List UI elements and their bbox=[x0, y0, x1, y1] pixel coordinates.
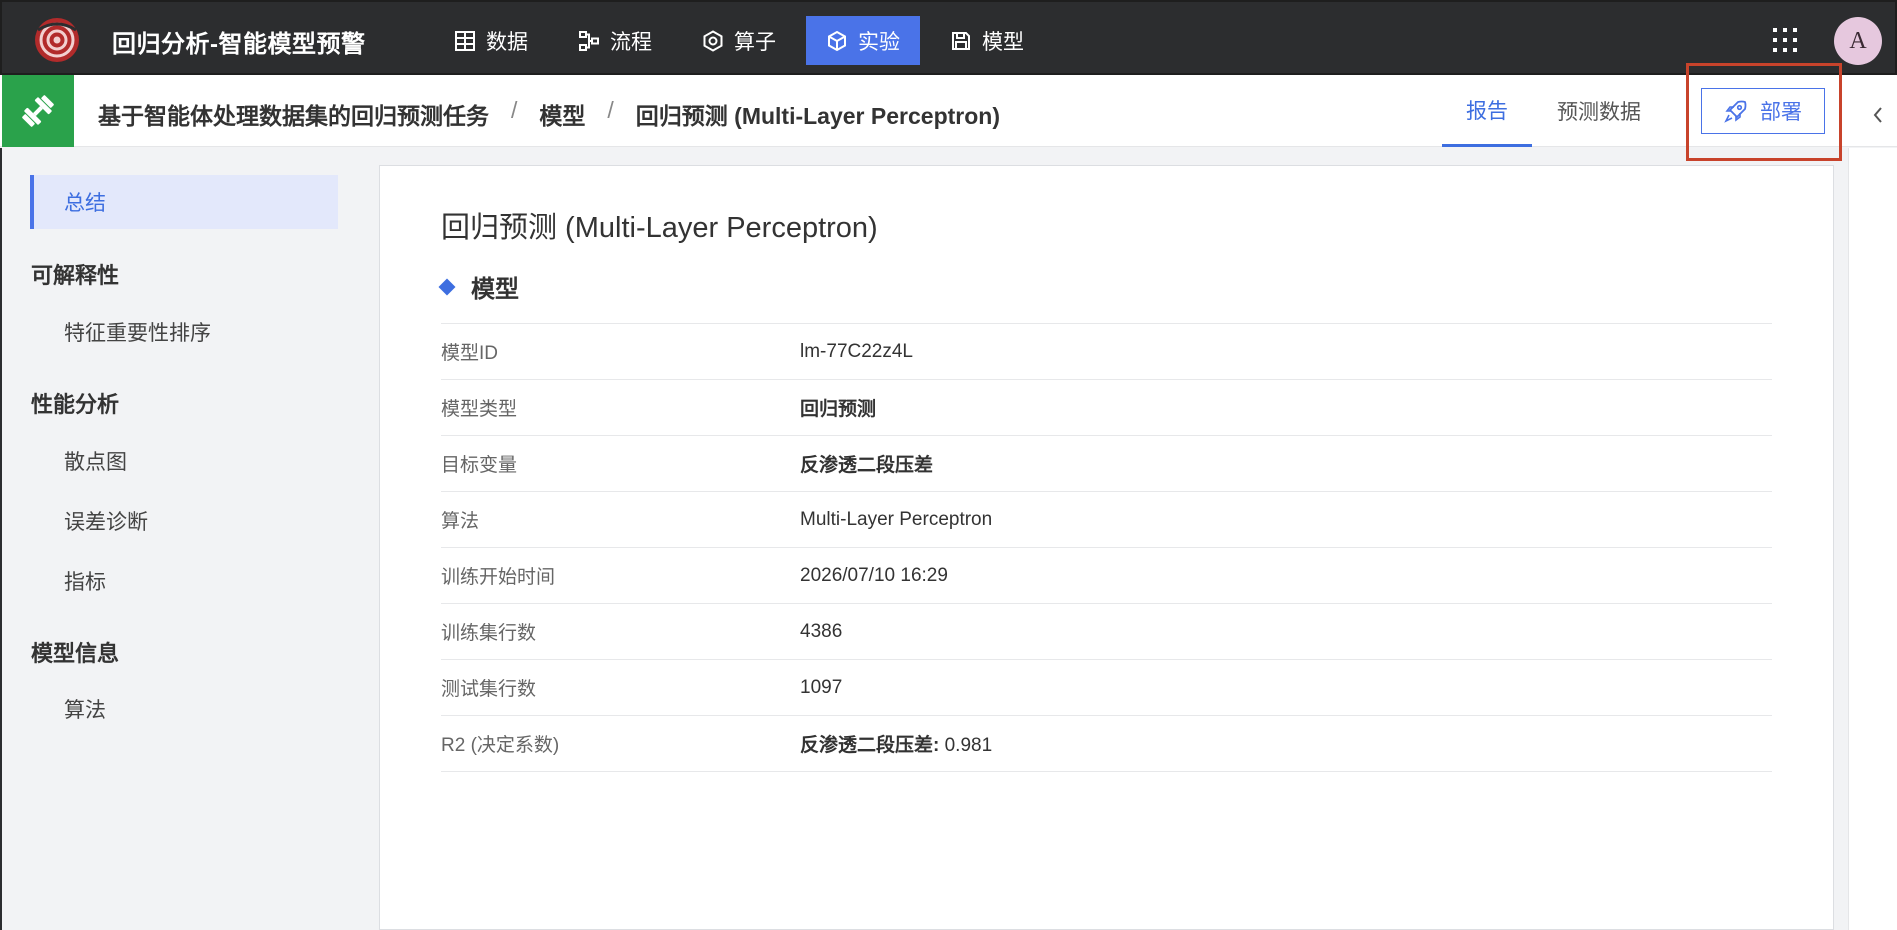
tab-report[interactable]: 报告 bbox=[1442, 75, 1532, 147]
row-key: 模型类型 bbox=[441, 399, 518, 420]
flow-icon bbox=[579, 30, 599, 51]
sidebar-item-feature-importance[interactable]: 特征重要性排序 bbox=[30, 305, 338, 359]
operator-icon bbox=[703, 29, 723, 52]
row-value: 反渗透二段压差: 0.981 bbox=[800, 730, 992, 757]
nav-experiment[interactable]: 实验 bbox=[806, 16, 920, 65]
breadcrumb-separator: / bbox=[607, 97, 614, 123]
table-row: 算法 Multi-Layer Perceptron bbox=[441, 492, 1772, 548]
sidebar-group-performance: 性能分析 bbox=[31, 392, 120, 417]
sidebar-item-algorithm[interactable]: 算法 bbox=[30, 682, 338, 736]
chevron-left-icon[interactable] bbox=[1870, 104, 1886, 126]
deploy-button-label: 部署 bbox=[1760, 101, 1802, 124]
save-icon bbox=[952, 31, 970, 50]
sidebar-group-model-info: 模型信息 bbox=[31, 641, 120, 666]
app-logo-icon[interactable] bbox=[32, 16, 82, 64]
nav-data-label: 数据 bbox=[486, 30, 528, 54]
row-value: 1097 bbox=[800, 676, 843, 698]
top-navbar: 回归分析-智能模型预警 数据 流程 算子 实验 模型 A bbox=[0, 0, 1897, 75]
app-title[interactable]: 回归分析-智能模型预警 bbox=[112, 24, 366, 59]
dumbbell-icon bbox=[22, 95, 54, 127]
model-info-table: 模型ID lm-77C22z4L 模型类型 回归预测 目标变量 反渗透二段压差 … bbox=[441, 323, 1772, 772]
sidebar-group-explainability: 可解释性 bbox=[31, 263, 120, 288]
rocket-icon bbox=[1724, 100, 1747, 123]
nav-model[interactable]: 模型 bbox=[930, 16, 1044, 65]
tab-predict-data[interactable]: 预测数据 bbox=[1545, 75, 1653, 147]
cube-icon bbox=[828, 30, 846, 51]
nav-data[interactable]: 数据 bbox=[434, 16, 548, 65]
row-value: lm-77C22z4L bbox=[800, 340, 913, 362]
nav-flow[interactable]: 流程 bbox=[558, 16, 672, 65]
r2-score: 0.981 bbox=[944, 735, 993, 756]
diamond-icon bbox=[438, 278, 456, 295]
row-value: 反渗透二段压差 bbox=[800, 455, 934, 476]
nav-experiment-label: 实验 bbox=[858, 30, 900, 54]
row-key: 训练开始时间 bbox=[441, 567, 556, 588]
table-row: 模型ID lm-77C22z4L bbox=[441, 324, 1772, 380]
sidebar-item-error-diagnosis[interactable]: 误差诊断 bbox=[30, 494, 338, 548]
section-title: 模型 bbox=[471, 276, 519, 303]
row-value: 4386 bbox=[800, 620, 843, 642]
experiment-header: 基于智能体处理数据集的回归预测任务 / 模型 / 回归预测 (Multi-Lay… bbox=[0, 75, 1897, 147]
row-key: R2 (决定系数) bbox=[441, 735, 560, 756]
breadcrumb: 基于智能体处理数据集的回归预测任务 / 模型 / 回归预测 (Multi-Lay… bbox=[98, 97, 1000, 131]
nav-operator[interactable]: 算子 bbox=[682, 16, 796, 65]
table-row: R2 (决定系数) 反渗透二段压差: 0.981 bbox=[441, 716, 1772, 772]
table-row: 训练开始时间 2026/07/10 16:29 bbox=[441, 548, 1772, 604]
row-key: 目标变量 bbox=[441, 455, 518, 476]
page-title: 回归预测 (Multi-Layer Perceptron) bbox=[441, 212, 878, 244]
sidebar-item-summary[interactable]: 总结 bbox=[30, 175, 338, 229]
r2-target-label: 反渗透二段压差: bbox=[800, 735, 940, 756]
row-key: 算法 bbox=[441, 511, 480, 532]
table-row: 训练集行数 4386 bbox=[441, 604, 1772, 660]
table-row: 模型类型 回归预测 bbox=[441, 380, 1772, 436]
row-value: 2026/07/10 16:29 bbox=[800, 564, 948, 586]
user-avatar[interactable]: A bbox=[1834, 17, 1882, 65]
nav-flow-label: 流程 bbox=[610, 30, 652, 54]
main-nav: 数据 流程 算子 实验 模型 bbox=[434, 16, 1044, 65]
report-sidebar: 总结 可解释性 特征重要性排序 性能分析 散点图 误差诊断 指标 模型信息 算法 bbox=[0, 148, 370, 930]
right-collapsed-panel bbox=[1848, 148, 1897, 930]
sidebar-item-metrics[interactable]: 指标 bbox=[30, 554, 338, 608]
breadcrumb-current: 回归预测 (Multi-Layer Perceptron) bbox=[635, 103, 1000, 129]
table-icon bbox=[455, 30, 475, 51]
deploy-button[interactable]: 部署 bbox=[1701, 88, 1825, 134]
row-key: 训练集行数 bbox=[441, 623, 537, 644]
nav-operator-label: 算子 bbox=[734, 30, 776, 54]
apps-grid-icon[interactable] bbox=[1772, 27, 1798, 53]
sidebar-item-scatter[interactable]: 散点图 bbox=[30, 434, 338, 488]
table-row: 目标变量 反渗透二段压差 bbox=[441, 436, 1772, 492]
table-row: 测试集行数 1097 bbox=[441, 660, 1772, 716]
breadcrumb-separator: / bbox=[511, 97, 518, 123]
section-header: 模型 bbox=[438, 269, 519, 304]
breadcrumb-project[interactable]: 基于智能体处理数据集的回归预测任务 bbox=[98, 97, 489, 131]
row-key: 测试集行数 bbox=[441, 679, 537, 700]
row-key: 模型ID bbox=[441, 343, 499, 364]
breadcrumb-section[interactable]: 模型 bbox=[539, 97, 585, 131]
report-panel: 回归预测 (Multi-Layer Perceptron) 模型 模型ID lm… bbox=[379, 165, 1834, 930]
nav-model-label: 模型 bbox=[982, 30, 1024, 54]
project-icon bbox=[2, 75, 74, 147]
row-value: Multi-Layer Perceptron bbox=[800, 508, 993, 530]
row-value: 回归预测 bbox=[800, 399, 877, 420]
